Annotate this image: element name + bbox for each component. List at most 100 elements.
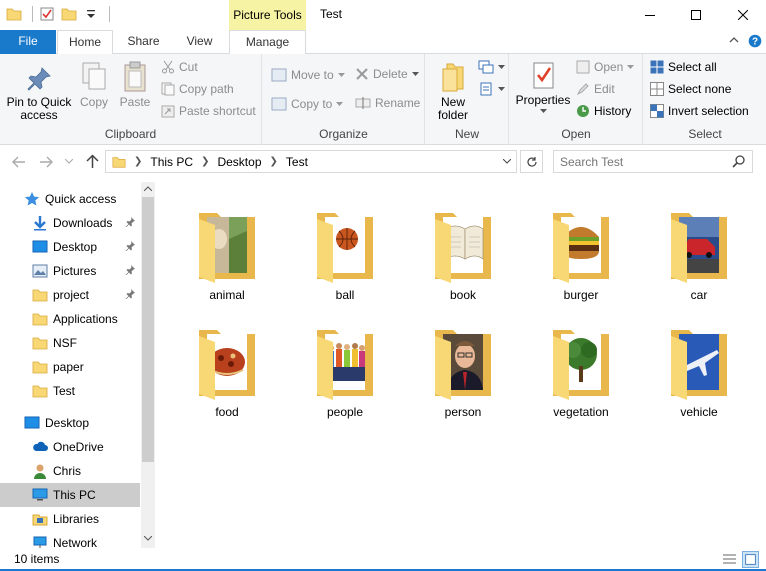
recent-locations-chevron-icon[interactable] (65, 159, 73, 164)
open-button[interactable]: Open (576, 60, 635, 74)
chevron-down-icon (502, 159, 511, 164)
nav-pictures[interactable]: Pictures (0, 259, 140, 283)
nav-chris[interactable]: Chris (0, 459, 140, 483)
folder-icon (112, 156, 126, 168)
edit-button[interactable]: Edit (576, 82, 615, 96)
rename-button[interactable]: Rename (355, 96, 420, 110)
history-button[interactable]: History (576, 104, 631, 118)
select-none-button[interactable]: Select none (650, 82, 731, 96)
tab-manage[interactable]: Manage (229, 30, 306, 55)
minimize-button[interactable] (627, 0, 673, 30)
customize-toolbar-icon[interactable] (83, 6, 99, 22)
nav-downloads[interactable]: Downloads (0, 211, 140, 235)
nav-this-pc[interactable]: This PC (0, 483, 140, 507)
new-item-button[interactable] (478, 60, 505, 74)
nav-label: Desktop (53, 240, 98, 254)
pin-icon[interactable] (125, 265, 135, 275)
tab-share[interactable]: Share (116, 30, 171, 54)
folder-item[interactable]: car (640, 185, 750, 302)
cut-button[interactable]: Cut (161, 60, 198, 74)
properties-check-icon[interactable] (39, 6, 55, 22)
nav-desktop-pinned[interactable]: Desktop (0, 235, 140, 259)
search-icon[interactable] (732, 154, 746, 168)
help-icon[interactable]: ? (748, 34, 762, 48)
address-bar[interactable]: ❯ This PC ❯ Desktop ❯ Test (105, 150, 517, 173)
breadcrumb-separator[interactable]: ❯ (201, 156, 209, 167)
folder-item[interactable]: vegetation (522, 302, 632, 419)
nav-applications[interactable]: Applications (0, 307, 140, 331)
tab-file[interactable]: File (0, 30, 56, 54)
folder-item[interactable]: animal (168, 185, 278, 302)
nav-quick-access[interactable]: Quick access (0, 187, 140, 211)
nav-test[interactable]: Test (0, 379, 140, 403)
folder-burger-thumbnail (553, 213, 609, 283)
move-to-button[interactable]: Move to (271, 67, 345, 83)
folder-person-thumbnail (435, 330, 491, 400)
nav-libraries[interactable]: Libraries (0, 507, 140, 531)
address-dropdown-button[interactable] (497, 150, 517, 173)
up-arrow-icon[interactable] (86, 154, 99, 169)
tab-view[interactable]: View (172, 30, 227, 54)
forward-arrow-icon[interactable] (39, 156, 53, 168)
back-arrow-icon[interactable] (12, 156, 26, 168)
folder-item[interactable]: person (404, 302, 514, 419)
breadcrumb-separator[interactable]: ❯ (270, 156, 278, 167)
folder-name: people (326, 405, 364, 419)
nav-desktop[interactable]: Desktop (0, 411, 140, 435)
new-folder-icon[interactable] (61, 6, 77, 22)
folder-item[interactable]: burger (522, 185, 632, 302)
properties-button[interactable]: Properties (514, 60, 572, 114)
select-all-icon (650, 60, 664, 74)
search-input[interactable] (554, 151, 724, 172)
breadcrumb-this-pc[interactable]: This PC (150, 155, 193, 169)
copy-button[interactable]: Copy (76, 60, 112, 109)
details-view-icon[interactable] (721, 551, 738, 568)
nav-project[interactable]: project (0, 283, 140, 307)
nav-label: OneDrive (53, 440, 104, 454)
scroll-up-icon[interactable] (144, 186, 152, 191)
folder-item[interactable]: vehicle (640, 302, 750, 419)
folder-name: vehicle (680, 405, 718, 419)
nav-paper[interactable]: paper (0, 355, 140, 379)
delete-button[interactable]: Delete (355, 67, 419, 81)
invert-selection-button[interactable]: Invert selection (650, 104, 749, 118)
folder-item[interactable]: ball (286, 185, 396, 302)
nav-scrollbar[interactable] (141, 182, 155, 548)
paste-shortcut-button[interactable]: Paste shortcut (161, 104, 256, 118)
paste-button[interactable]: Paste (117, 60, 153, 109)
nav-label: Applications (53, 312, 118, 326)
folder-item[interactable]: book (404, 185, 514, 302)
large-icons-view-icon[interactable] (742, 551, 759, 568)
close-icon (738, 10, 748, 20)
pin-to-quick-access-button[interactable]: Pin to Quick access (4, 64, 74, 122)
pin-icon[interactable] (125, 217, 135, 227)
breadcrumb-test[interactable]: Test (286, 155, 308, 169)
scroll-thumb[interactable] (142, 197, 154, 462)
copy-to-button[interactable]: Copy to (271, 96, 344, 112)
select-all-button[interactable]: Select all (650, 60, 717, 74)
pin-icon[interactable] (125, 289, 135, 299)
folder-item[interactable]: people (286, 302, 396, 419)
pin-icon[interactable] (125, 241, 135, 251)
breadcrumb-separator[interactable]: ❯ (134, 156, 142, 167)
tab-home[interactable]: Home (57, 30, 113, 55)
close-button[interactable] (720, 0, 766, 30)
search-box[interactable] (553, 150, 753, 173)
new-folder-icon (442, 63, 464, 92)
collapse-ribbon-icon[interactable] (728, 34, 740, 46)
folder-item[interactable]: food (168, 302, 278, 419)
chevron-down-icon (627, 64, 635, 69)
easy-access-button[interactable] (478, 82, 505, 96)
folder-icon (32, 337, 48, 350)
breadcrumb-desktop[interactable]: Desktop (217, 155, 261, 169)
properties-icon (533, 62, 554, 89)
copy-path-button[interactable]: Copy path (161, 82, 234, 96)
scroll-down-icon[interactable] (144, 536, 152, 541)
refresh-button[interactable] (520, 150, 543, 173)
nav-onedrive[interactable]: OneDrive (0, 435, 140, 459)
maximize-button[interactable] (673, 0, 719, 30)
folder-people-thumbnail (317, 330, 373, 400)
new-folder-button[interactable]: New folder (432, 60, 474, 122)
nav-network[interactable]: Network (0, 531, 140, 548)
nav-nsf[interactable]: NSF (0, 331, 140, 355)
